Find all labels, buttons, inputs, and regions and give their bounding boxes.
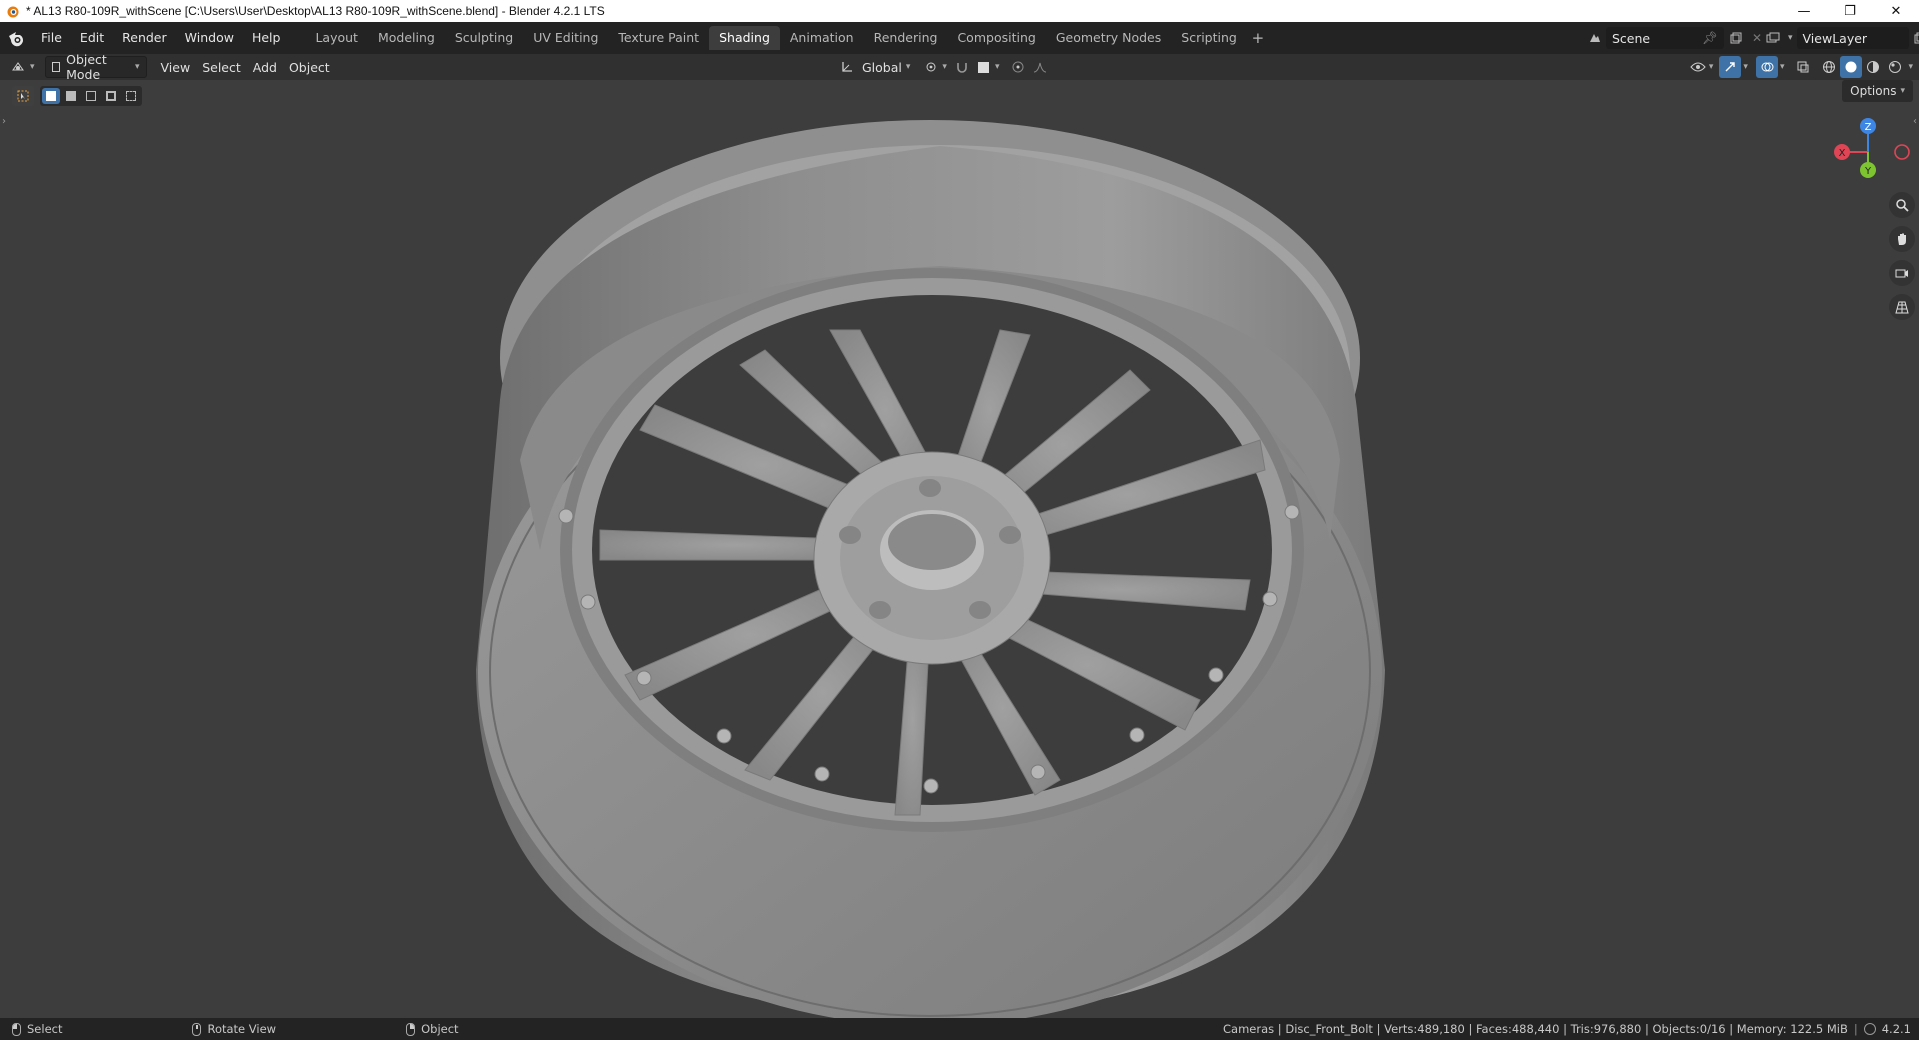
top-bar: File Edit Render Window Help Layout Mode… xyxy=(0,22,1919,54)
editor-type-icon[interactable] xyxy=(8,56,30,78)
maximize-button[interactable]: ❐ xyxy=(1827,0,1873,22)
tab-uv-editing[interactable]: UV Editing xyxy=(523,26,608,50)
network-icon xyxy=(1863,1023,1876,1035)
pivot-point-icon[interactable] xyxy=(920,56,942,78)
window-titlebar: * AL13 R80-109R_withScene [C:\Users\User… xyxy=(0,0,1919,22)
3d-viewport[interactable]: › ‹ Options ▾ Z X Y xyxy=(0,80,1919,1018)
tab-layout[interactable]: Layout xyxy=(305,26,368,50)
minimize-button[interactable]: — xyxy=(1781,0,1827,22)
transform-orientation-dropdown[interactable]: Global ▾ xyxy=(858,56,914,78)
tab-rendering[interactable]: Rendering xyxy=(864,26,948,50)
status-object-hint: Object xyxy=(406,1022,459,1036)
proportional-falloff-icon[interactable] xyxy=(1029,56,1051,78)
chevron-down-icon: ▾ xyxy=(135,62,140,72)
blender-app-icon xyxy=(7,6,19,18)
view-layer-icon[interactable] xyxy=(1762,27,1784,49)
tab-modeling[interactable]: Modeling xyxy=(368,26,445,50)
object-mode-icon xyxy=(51,62,61,72)
status-bar: Select Rotate View Object Cameras | Disc… xyxy=(0,1018,1919,1040)
window-title: * AL13 R80-109R_withScene [C:\Users\User… xyxy=(26,4,605,18)
stats-text: Cameras | Disc_Front_Bolt | Verts:489,18… xyxy=(1223,1022,1848,1036)
solid-shading-icon[interactable] xyxy=(1840,56,1863,78)
wireframe-shading-icon[interactable] xyxy=(1818,56,1840,78)
chevron-down-icon[interactable]: ▾ xyxy=(1743,62,1748,72)
menu-help[interactable]: Help xyxy=(243,27,290,49)
chevron-down-icon[interactable]: ▾ xyxy=(1788,33,1793,43)
view-layer-name: ViewLayer xyxy=(1802,30,1868,46)
viewport-header: ▾ Object Mode ▾ View Select Add Object G… xyxy=(0,52,1919,82)
scene-name-field[interactable]: Scene 📌︎ xyxy=(1606,27,1724,49)
overlays-toggle-icon[interactable] xyxy=(1755,56,1778,78)
orientation-label: Global xyxy=(862,59,902,75)
object-menu[interactable]: Object xyxy=(283,56,336,78)
close-window-button[interactable]: ✕ xyxy=(1873,0,1919,22)
add-menu[interactable]: Add xyxy=(247,56,283,78)
status-select-hint: Select xyxy=(12,1022,62,1036)
rendered-shading-icon[interactable] xyxy=(1884,56,1906,78)
view-menu[interactable]: View xyxy=(155,56,197,78)
tab-sculpting[interactable]: Sculpting xyxy=(445,26,523,50)
menu-window[interactable]: Window xyxy=(176,27,243,49)
scene-selector: Scene 📌︎ ✕ xyxy=(1584,27,1768,49)
chevron-down-icon[interactable]: ▾ xyxy=(1908,62,1913,72)
view-layer-selector: ▾ ViewLayer ✕ xyxy=(1762,27,1919,49)
chevron-down-icon[interactable]: ▾ xyxy=(30,62,35,72)
menu-render[interactable]: Render xyxy=(113,27,176,49)
scene-statistics: Cameras | Disc_Front_Bolt | Verts:489,18… xyxy=(1223,1022,1911,1036)
pin-icon[interactable]: 📌︎ xyxy=(1702,30,1718,46)
tab-geometry-nodes[interactable]: Geometry Nodes xyxy=(1046,26,1171,50)
chevron-down-icon[interactable]: ▾ xyxy=(1780,62,1785,72)
left-mouse-icon xyxy=(12,1022,21,1036)
gizmo-toggle-icon[interactable] xyxy=(1719,56,1742,78)
status-select-label: Select xyxy=(27,1022,63,1036)
tab-texture-paint[interactable]: Texture Paint xyxy=(608,26,709,50)
workspace-tabs: Layout Modeling Sculpting UV Editing Tex… xyxy=(305,22,1268,54)
object-mode-dropdown[interactable]: Object Mode ▾ xyxy=(44,52,147,82)
blender-logo-icon[interactable] xyxy=(0,22,32,54)
object-mode-label: Object Mode xyxy=(66,52,107,82)
proportional-editing-icon[interactable] xyxy=(1007,56,1029,78)
status-rotate-hint: Rotate View xyxy=(192,1022,276,1036)
select-menu[interactable]: Select xyxy=(196,56,247,78)
chevron-down-icon: ▾ xyxy=(905,62,911,72)
visibility-icon[interactable] xyxy=(1687,56,1709,78)
scene-name: Scene xyxy=(1612,30,1651,46)
new-view-layer-icon[interactable] xyxy=(1909,27,1919,49)
right-mouse-icon xyxy=(406,1022,416,1036)
version-label: 4.2.1 xyxy=(1881,1022,1911,1036)
middle-mouse-icon xyxy=(192,1022,202,1036)
material-preview-icon[interactable] xyxy=(1862,56,1884,78)
snap-target-icon[interactable] xyxy=(973,56,995,78)
new-scene-icon[interactable] xyxy=(1724,27,1746,49)
status-rotate-label: Rotate View xyxy=(207,1022,277,1036)
snap-icon[interactable] xyxy=(951,56,973,78)
chevron-down-icon[interactable]: ▾ xyxy=(942,62,947,72)
wheel-model[interactable] xyxy=(0,80,1919,1018)
view-layer-name-field[interactable]: ViewLayer xyxy=(1796,27,1909,49)
tab-scripting[interactable]: Scripting xyxy=(1171,26,1247,50)
scene-icon[interactable] xyxy=(1584,27,1606,49)
status-object-label: Object xyxy=(421,1022,459,1036)
tab-animation[interactable]: Animation xyxy=(780,26,864,50)
tab-compositing[interactable]: Compositing xyxy=(947,26,1045,50)
transform-orientation-icon[interactable] xyxy=(836,56,858,78)
xray-toggle-icon[interactable] xyxy=(1792,56,1814,78)
menu-file[interactable]: File xyxy=(32,27,71,49)
add-workspace-button[interactable]: + xyxy=(1247,29,1269,47)
tab-shading[interactable]: Shading xyxy=(709,26,780,50)
chevron-down-icon[interactable]: ▾ xyxy=(1709,62,1714,72)
chevron-down-icon[interactable]: ▾ xyxy=(995,62,1000,72)
menu-edit[interactable]: Edit xyxy=(71,27,113,49)
